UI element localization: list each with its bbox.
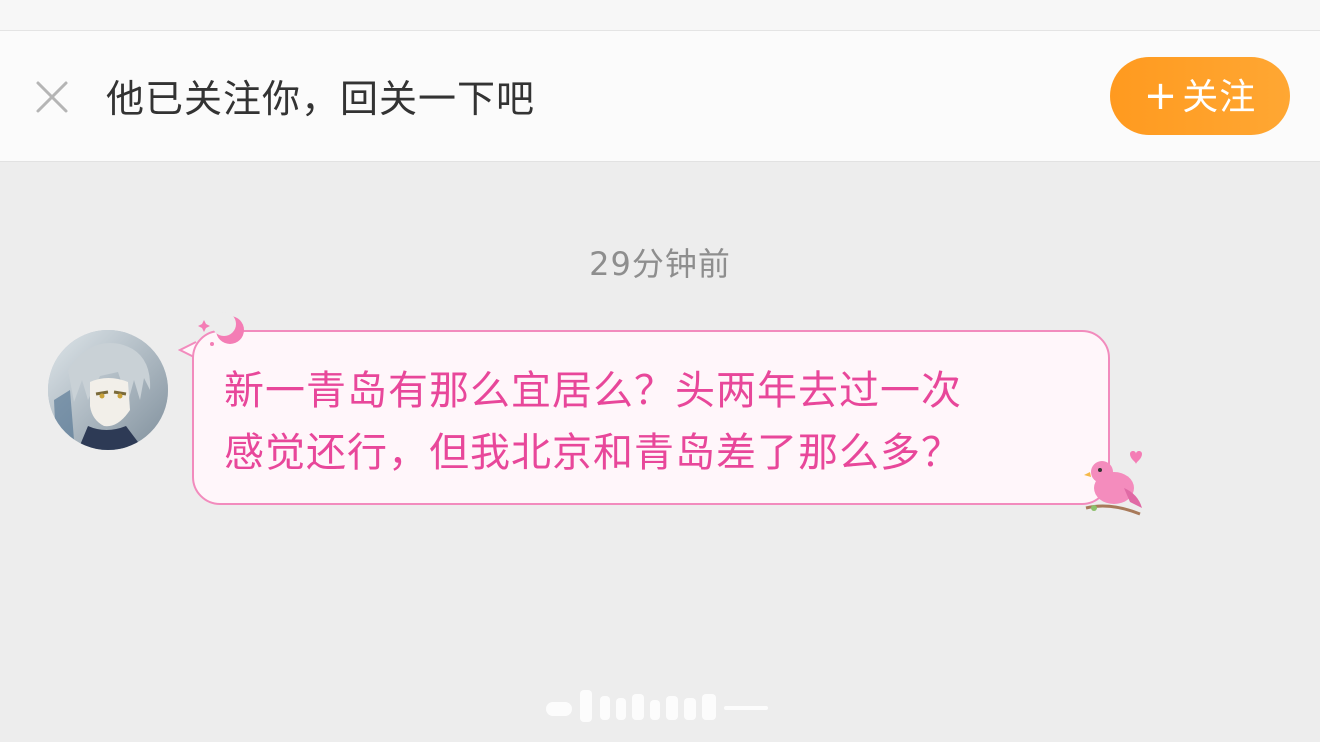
plus-icon: + bbox=[1143, 73, 1179, 119]
follow-button[interactable]: + 关注 bbox=[1110, 57, 1290, 135]
pink-bird-icon bbox=[1084, 451, 1142, 516]
follow-prompt-bar: 他已关注你，回关一下吧 + 关注 bbox=[0, 31, 1320, 162]
avatar[interactable] bbox=[48, 330, 168, 450]
status-strip bbox=[0, 0, 1320, 31]
message-line: 感觉还行，但我北京和青岛差了那么多？ bbox=[224, 430, 962, 476]
message-timestamp: 29分钟前 bbox=[589, 245, 731, 283]
message-text: 新一青岛有那么宜居么？头两年去过一次 感觉还行，但我北京和青岛差了那么多？ bbox=[224, 360, 1094, 484]
message-line: 新一青岛有那么宜居么？头两年去过一次 bbox=[224, 368, 962, 414]
message-bubble[interactable]: 新一青岛有那么宜居么？头两年去过一次 感觉还行，但我北京和青岛差了那么多？ bbox=[192, 330, 1110, 505]
follow-prompt-text: 他已关注你，回关一下吧 bbox=[106, 77, 536, 121]
close-icon[interactable] bbox=[34, 79, 70, 115]
watermark-logo bbox=[546, 690, 768, 722]
moon-sparkle-icon bbox=[198, 312, 244, 346]
follow-button-label: 关注 bbox=[1182, 77, 1257, 118]
anime-character-avatar-icon bbox=[48, 330, 168, 450]
